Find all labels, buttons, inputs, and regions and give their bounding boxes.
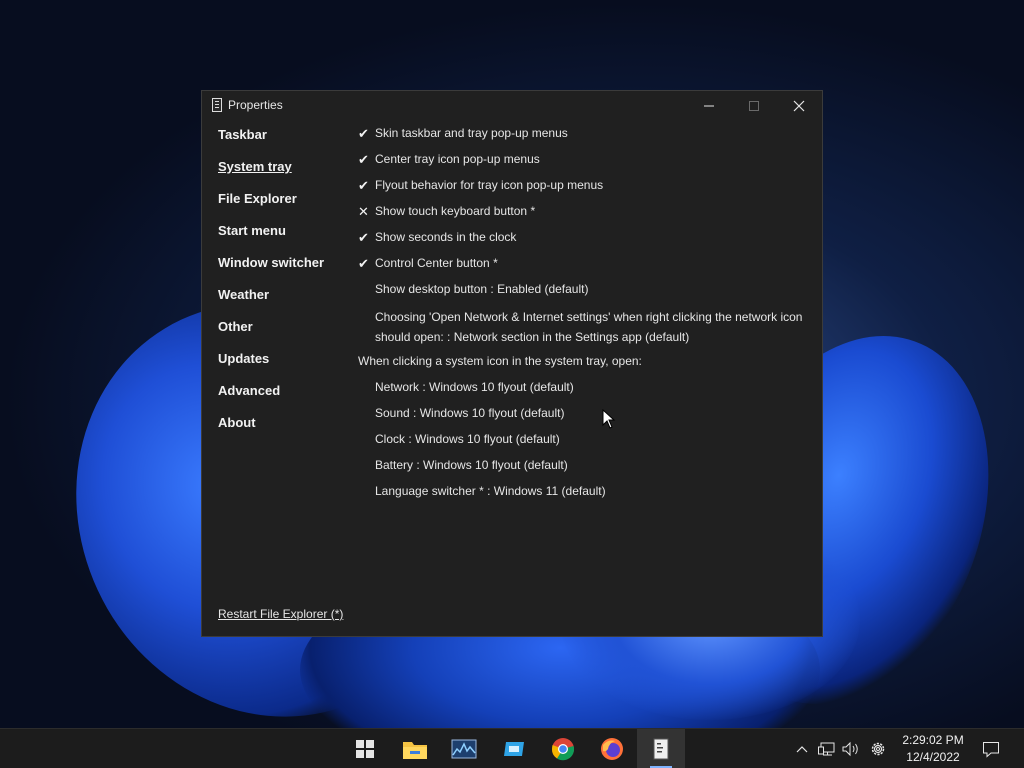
option-show-seconds[interactable]: ✔ Show seconds in the clock (358, 229, 818, 255)
option-label: Flyout behavior for tray icon pop-up men… (375, 178, 604, 192)
nav-label: Weather (218, 287, 270, 302)
option-touch-keyboard[interactable]: ✕ Show touch keyboard button * (358, 203, 818, 229)
file-explorer-taskbar-button[interactable] (401, 735, 429, 763)
properties-window: Properties Taskbar System tray File Expl… (201, 90, 823, 637)
nav-item-advanced[interactable]: Advanced (218, 383, 324, 415)
nav-label: About (218, 415, 256, 430)
option-language-switcher[interactable]: Language switcher * : Windows 11 (defaul… (358, 483, 818, 509)
chevron-up-icon (796, 746, 808, 753)
section-heading: When clicking a system icon in the syste… (358, 354, 642, 368)
start-icon (356, 740, 374, 758)
clock-time: 2:29:02 PM (902, 733, 964, 747)
resource-monitor-taskbar-button[interactable] (450, 735, 478, 763)
option-network-flyout[interactable]: Network : Windows 10 flyout (default) (358, 379, 818, 405)
app-icon (504, 742, 524, 756)
nav-label: File Explorer (218, 191, 297, 206)
nav-label: Window switcher (218, 255, 325, 270)
nav-item-start-menu[interactable]: Start menu (218, 223, 324, 255)
notifications-button[interactable] (981, 729, 1001, 768)
volume-icon (842, 741, 858, 757)
option-battery-flyout[interactable]: Battery : Windows 10 flyout (default) (358, 457, 818, 483)
window-title: Properties (228, 98, 283, 112)
settings-tray-button[interactable] (868, 729, 888, 768)
volume-tray-button[interactable] (841, 729, 861, 768)
sidebar-nav: Taskbar System tray File Explorer Start … (218, 127, 324, 447)
clock-date: 12/4/2022 (906, 750, 960, 764)
check-icon: ✔ (358, 178, 369, 193)
option-label: Choosing 'Open Network & Internet settin… (375, 310, 803, 344)
restart-file-explorer-link[interactable]: Restart File Explorer (*) (218, 607, 343, 621)
app-taskbar-button[interactable] (500, 735, 528, 763)
option-control-center[interactable]: ✔ Control Center button * (358, 255, 818, 281)
nav-item-about[interactable]: About (218, 415, 324, 447)
mouse-cursor-icon (602, 409, 616, 429)
option-label: Center tray icon pop-up menus (375, 152, 540, 166)
network-tray-button[interactable] (817, 729, 837, 768)
nav-label: System tray (218, 159, 292, 174)
check-icon: ✔ (358, 126, 369, 141)
option-label: Control Center button * (375, 256, 498, 270)
option-flyout-behavior[interactable]: ✔ Flyout behavior for tray icon pop-up me… (358, 177, 818, 203)
title-bar[interactable]: Properties (202, 91, 822, 121)
properties-icon (212, 98, 222, 112)
settings-content: ✔ Skin taskbar and tray pop-up menus ✔ Cen… (358, 125, 818, 509)
option-label: Skin taskbar and tray pop-up menus (375, 126, 568, 140)
nav-label: Updates (218, 351, 270, 366)
option-show-desktop[interactable]: Show desktop button : Enabled (default) (358, 281, 818, 307)
option-label: Show desktop button : Enabled (default) (375, 282, 589, 296)
option-label: Show seconds in the clock (375, 230, 517, 244)
option-center-tray-popups[interactable]: ✔ Center tray icon pop-up menus (358, 151, 818, 177)
gear-icon (871, 742, 885, 756)
option-skin-taskbar[interactable]: ✔ Skin taskbar and tray pop-up menus (358, 125, 818, 151)
check-icon: ✔ (358, 152, 369, 167)
close-button[interactable] (776, 91, 821, 121)
check-icon: ✔ (358, 230, 369, 245)
minimize-button[interactable] (686, 91, 731, 121)
nav-item-taskbar[interactable]: Taskbar (218, 127, 324, 159)
option-clock-flyout[interactable]: Clock : Windows 10 flyout (default) (358, 431, 818, 457)
firefox-icon (601, 738, 623, 760)
nav-label: Other (218, 319, 253, 334)
nav-item-weather[interactable]: Weather (218, 287, 324, 319)
start-button[interactable] (351, 735, 379, 763)
nav-label: Taskbar (218, 127, 267, 142)
properties-taskbar-button[interactable] (647, 735, 675, 763)
chrome-taskbar-button[interactable] (549, 735, 577, 763)
nav-label: Advanced (218, 383, 281, 398)
taskbar-clock[interactable]: 2:29:02 PM 12/4/2022 (895, 732, 971, 766)
firefox-taskbar-button[interactable] (598, 735, 626, 763)
taskbar: 2:29:02 PM 12/4/2022 (0, 728, 1024, 768)
notification-icon (983, 742, 999, 758)
nav-label: Start menu (218, 223, 286, 238)
nav-item-other[interactable]: Other (218, 319, 324, 351)
nav-item-window-switcher[interactable]: Window switcher (218, 255, 324, 287)
chrome-icon (551, 738, 575, 761)
option-label: Show touch keyboard button * (375, 204, 536, 218)
option-network-settings[interactable]: Choosing 'Open Network & Internet settin… (358, 307, 818, 353)
maximize-icon (748, 101, 759, 111)
nav-item-file-explorer[interactable]: File Explorer (218, 191, 324, 223)
network-icon (818, 742, 835, 756)
minimize-icon (703, 105, 714, 107)
file-explorer-icon (403, 742, 427, 759)
option-sound-flyout[interactable]: Sound : Windows 10 flyout (default) (358, 405, 818, 431)
properties-icon (653, 738, 669, 760)
cross-icon: ✕ (358, 204, 369, 219)
maximize-button[interactable] (731, 91, 776, 121)
close-icon (793, 100, 804, 112)
nav-item-system-tray[interactable]: System tray (218, 159, 324, 191)
check-icon: ✔ (358, 256, 369, 271)
nav-item-updates[interactable]: Updates (218, 351, 324, 383)
resource-monitor-icon (451, 739, 477, 759)
show-hidden-icons-button[interactable] (793, 729, 811, 768)
